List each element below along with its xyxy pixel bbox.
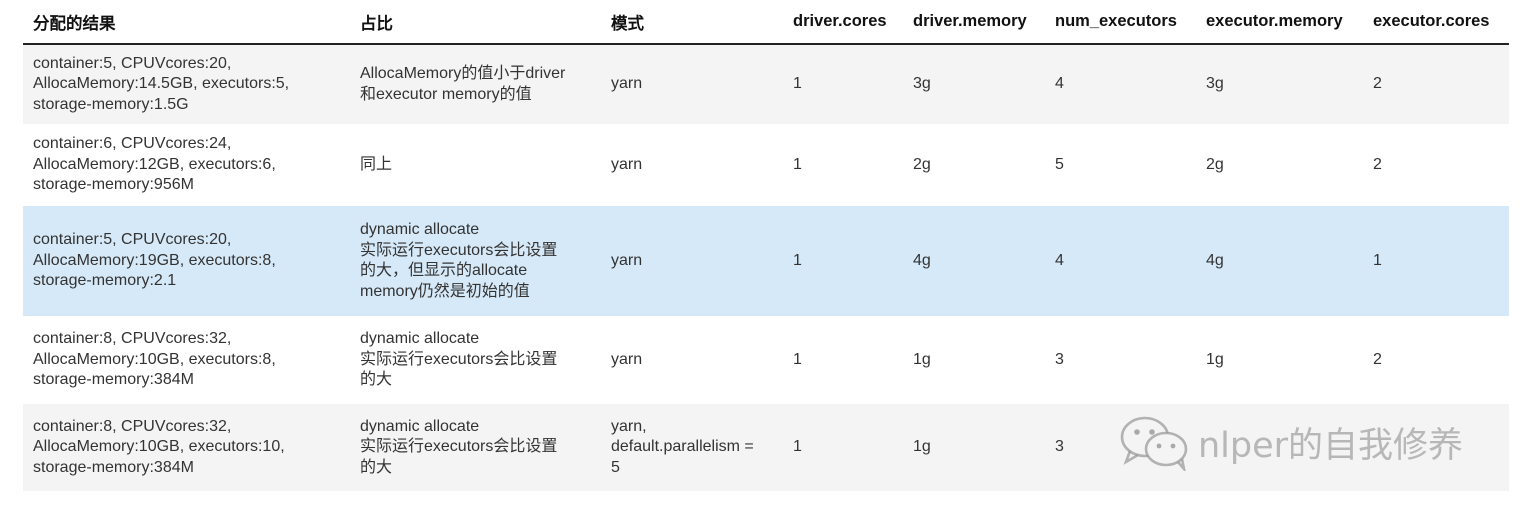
cell-executor-cores: [1363, 404, 1509, 491]
cell-driver-cores: 1: [793, 350, 802, 368]
table-header-row: 分配的结果 占比 模式 driver.cores driver.memory n…: [23, 0, 1509, 45]
results-table: 分配的结果 占比 模式 driver.cores driver.memory n…: [23, 0, 1509, 491]
cell-ratio: dynamic allocate 实际运行executors会比设置 的大，但显…: [360, 221, 558, 300]
cell-executor-memory: 1g: [1206, 350, 1224, 368]
cell-ratio: dynamic allocate 实际运行executors会比设置 的大: [360, 330, 558, 389]
results-table-container: 分配的结果 占比 模式 driver.cores driver.memory n…: [23, 0, 1509, 491]
cell-driver-memory: 2g: [913, 155, 931, 173]
header-driver-memory: driver.memory: [903, 0, 1045, 45]
header-num-executors: num_executors: [1045, 0, 1196, 45]
header-ratio: 占比: [350, 0, 601, 45]
cell-num-executors: 3: [1055, 350, 1064, 368]
cell-driver-cores: 1: [793, 251, 802, 269]
cell-driver-memory: 4g: [913, 251, 931, 269]
header-driver-cores: driver.cores: [783, 0, 903, 45]
cell-num-executors: 4: [1055, 251, 1064, 269]
header-executor-memory: executor.memory: [1196, 0, 1363, 45]
cell-result: container:8, CPUVcores:32, AllocaMemory:…: [33, 417, 285, 476]
cell-ratio: 同上: [360, 155, 393, 173]
cell-executor-cores: 2: [1373, 155, 1382, 173]
cell-driver-memory: 1g: [913, 438, 931, 456]
cell-executor-memory: 3g: [1206, 75, 1224, 93]
cell-ratio: AllocaMemory的值小于driver 和executor memory的…: [360, 65, 566, 103]
cell-mode: yarn, default.parallelism = 5: [611, 417, 754, 476]
cell-executor-cores: 2: [1373, 75, 1382, 93]
cell-executor-cores: 2: [1373, 350, 1382, 368]
header-mode: 模式: [601, 0, 783, 45]
cell-executor-memory: 4g: [1206, 251, 1224, 269]
cell-mode: yarn: [611, 75, 643, 93]
cell-mode: yarn: [611, 155, 643, 173]
cell-executor-memory: [1196, 404, 1363, 491]
header-result: 分配的结果: [23, 0, 350, 45]
cell-num-executors: 3: [1055, 438, 1064, 456]
cell-result: container:8, CPUVcores:32, AllocaMemory:…: [33, 330, 276, 389]
cell-driver-cores: 1: [793, 155, 802, 173]
cell-mode: yarn: [611, 350, 643, 368]
cell-driver-memory: 3g: [913, 75, 931, 93]
table-row: container:5, CPUVcores:20, AllocaMemory:…: [23, 206, 1509, 316]
table-row: container:8, CPUVcores:32, AllocaMemory:…: [23, 404, 1509, 491]
cell-executor-memory: 2g: [1206, 155, 1224, 173]
cell-num-executors: 5: [1055, 155, 1064, 173]
cell-driver-memory: 1g: [913, 350, 931, 368]
cell-driver-cores: 1: [793, 75, 802, 93]
cell-mode: yarn: [611, 251, 643, 269]
cell-ratio: dynamic allocate 实际运行executors会比设置 的大: [360, 417, 558, 476]
cell-result: container:5, CPUVcores:20, AllocaMemory:…: [33, 54, 290, 113]
table-row: container:8, CPUVcores:32, AllocaMemory:…: [23, 316, 1509, 404]
header-executor-cores: executor.cores: [1363, 0, 1509, 45]
cell-driver-cores: 1: [793, 438, 802, 456]
cell-num-executors: 4: [1055, 75, 1064, 93]
cell-result: container:5, CPUVcores:20, AllocaMemory:…: [33, 231, 276, 290]
cell-result: container:6, CPUVcores:24, AllocaMemory:…: [33, 135, 276, 194]
table-row: container:6, CPUVcores:24, AllocaMemory:…: [23, 124, 1509, 206]
table-row: container:5, CPUVcores:20, AllocaMemory:…: [23, 44, 1509, 124]
cell-executor-cores: 1: [1373, 251, 1382, 269]
